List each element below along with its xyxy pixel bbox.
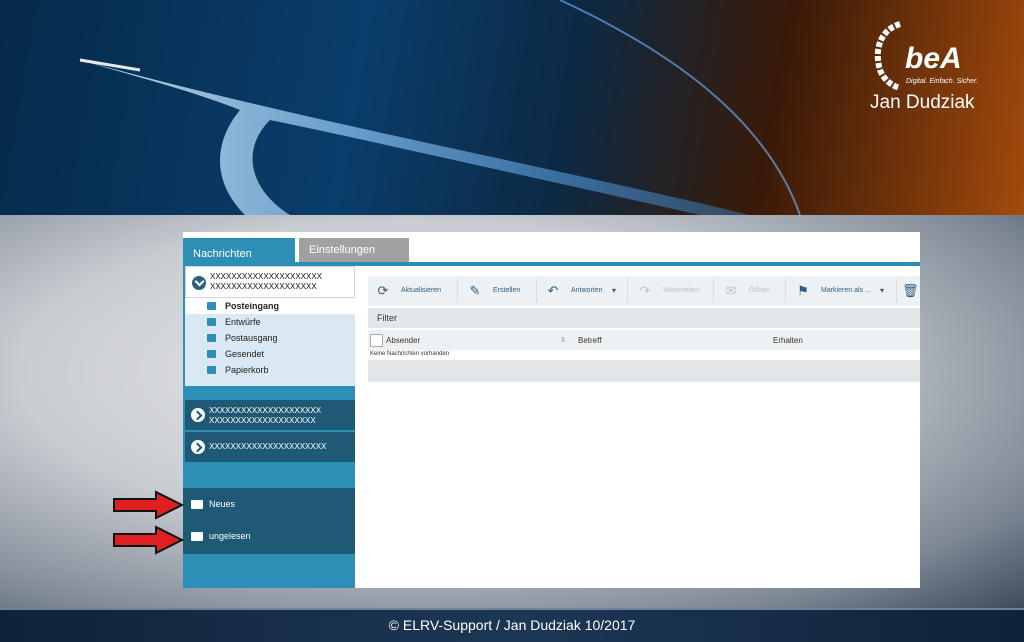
folder-label: Posteingang — [225, 301, 280, 311]
bea-logo: beA Digital. Einfach. Sicher. Jan Dudzia… — [870, 20, 1000, 120]
toolbar: ⟳ Aktualisieren ✎ Erstellen ↶ Antworten … — [368, 276, 920, 306]
button-label: Erstellen — [493, 287, 521, 294]
account-line-1: XXXXXXXXXXXXXXXXXXXXX — [210, 272, 323, 281]
account-line-2: XXXXXXXXXXXXXXXXXXXX — [209, 416, 316, 425]
button-label: Weiterleiten — [663, 287, 700, 294]
bea-logo-icon — [874, 21, 902, 90]
empty-message: Keine Nachrichten vorhanden — [370, 351, 450, 357]
expand-circle-icon — [192, 276, 206, 290]
trash-icon: 🗑 — [902, 283, 919, 298]
create-button[interactable]: ✎ Erstellen — [460, 276, 535, 306]
button-label: Markieren als ... — [821, 287, 871, 294]
account-name: XXXXXXXXXXXXXXXXXXXXX XXXXXXXXXXXXXXXXXX… — [209, 406, 321, 426]
reply-button[interactable]: ↶ Antworten ▾ — [538, 276, 626, 306]
pencil-icon: ✎ — [469, 283, 481, 298]
empty-message-row: Keine Nachrichten vorhanden — [368, 350, 920, 360]
folder-label: Neues — [209, 499, 236, 509]
folder-label: ungelesen — [209, 531, 251, 541]
folder-label: Gesendet — [225, 349, 265, 359]
refresh-icon: ⟳ — [377, 283, 389, 298]
divider — [785, 279, 786, 303]
message-table-header: Absender ⇕ Betreff Erhalten — [368, 330, 920, 350]
chevron-down-icon: ▾ — [880, 286, 885, 295]
folder-gesendet[interactable]: Gesendet — [185, 346, 355, 362]
folder-papierkorb[interactable]: Papierkorb — [185, 362, 355, 378]
trash-icon — [207, 366, 216, 374]
tab-einstellungen[interactable]: Einstellungen — [299, 238, 409, 262]
folder-list: Posteingang Entwürfe Postausgang Gesende… — [185, 298, 355, 386]
send-icon — [207, 350, 216, 358]
account-item-1[interactable]: XXXXXXXXXXXXXXXXXXXXX XXXXXXXXXXXXXXXXXX… — [185, 266, 355, 298]
filter-bar[interactable]: Filter — [368, 308, 920, 328]
filter-label: Filter — [377, 313, 397, 323]
refresh-button[interactable]: ⟳ Aktualisieren — [368, 276, 456, 306]
folder-posteingang[interactable]: Posteingang — [185, 298, 355, 314]
sort-icon[interactable]: ⇕ — [560, 336, 566, 344]
logo-text: beA — [905, 42, 962, 75]
author-name: Jan Dudziak — [870, 92, 975, 113]
divider — [713, 279, 714, 303]
inbox-icon — [207, 302, 216, 310]
envelope-icon — [207, 318, 216, 326]
account-line-1: XXXXXXXXXXXXXXXXXXXXX — [209, 406, 322, 415]
arrow-circle-icon — [191, 440, 205, 454]
account-line-1: XXXXXXXXXXXXXXXXXXXXXX — [209, 442, 327, 451]
folder-label: Postausgang — [225, 333, 278, 343]
button-label: Aktualisieren — [401, 287, 442, 294]
header-banner: beA Digital. Einfach. Sicher. Jan Dudzia… — [0, 0, 1024, 215]
folder-ungelesen[interactable]: ungelesen — [183, 520, 355, 554]
account-item-3[interactable]: XXXXXXXXXXXXXXXXXXXXXX — [185, 432, 355, 462]
envelope-icon: ✉ — [725, 283, 737, 298]
divider — [627, 279, 628, 303]
reply-icon: ↶ — [547, 283, 559, 298]
folder-label: Papierkorb — [225, 365, 269, 375]
mark-as-button[interactable]: ⚑ Markieren als ... ▾ — [788, 276, 896, 306]
copyright-text: © ELRV-Support / Jan Dudziak 10/2017 — [388, 617, 636, 633]
account-item-2[interactable]: XXXXXXXXXXXXXXXXXXXXX XXXXXXXXXXXXXXXXXX… — [185, 400, 355, 430]
red-arrow-icon — [113, 490, 184, 520]
tab-bar: Nachrichten Einstellungen — [183, 232, 920, 266]
divider — [457, 279, 458, 303]
column-erhalten[interactable]: Erhalten — [773, 336, 803, 345]
chevron-down-icon: ▾ — [612, 286, 617, 295]
folder-label: Entwürfe — [225, 317, 261, 327]
select-all-checkbox[interactable] — [370, 334, 383, 347]
divider — [536, 279, 537, 303]
column-absender[interactable]: Absender — [386, 336, 420, 345]
folder-icon — [191, 532, 203, 541]
account-name: XXXXXXXXXXXXXXXXXXXXXX — [209, 442, 326, 452]
table-footer — [368, 360, 920, 382]
account-line-2: XXXXXXXXXXXXXXXXXXXX — [210, 282, 317, 291]
logo-tagline: Digital. Einfach. Sicher. — [906, 78, 979, 85]
folder-icon — [191, 500, 203, 509]
footer: © ELRV-Support / Jan Dudziak 10/2017 — [0, 608, 1024, 642]
sidebar: XXXXXXXXXXXXXXXXXXXXX XXXXXXXXXXXXXXXXXX… — [183, 266, 355, 588]
folder-entwuerfe[interactable]: Entwürfe — [185, 314, 355, 330]
open-button[interactable]: ✉ Öffnen — [716, 276, 784, 306]
folder-neues[interactable]: Neues — [183, 488, 355, 520]
forward-icon: ↷ — [639, 283, 651, 298]
divider — [896, 279, 897, 303]
button-label: Öffnen — [749, 287, 770, 294]
red-arrow-icon — [113, 525, 184, 555]
arrow-circle-icon — [191, 408, 205, 422]
button-label: Antworten — [571, 287, 603, 294]
forward-button[interactable]: ↷ Weiterleiten — [630, 276, 712, 306]
bookmark-icon: ⚑ — [797, 283, 809, 298]
delete-button[interactable]: 🗑 — [898, 276, 920, 306]
column-betreff[interactable]: Betreff — [578, 336, 601, 345]
bea-app-window: Nachrichten Einstellungen XXXXXXXXXXXXXX… — [183, 232, 920, 588]
account-name: XXXXXXXXXXXXXXXXXXXXX XXXXXXXXXXXXXXXXXX… — [210, 272, 322, 292]
folder-postausgang[interactable]: Postausgang — [185, 330, 355, 346]
outbox-icon — [207, 334, 216, 342]
